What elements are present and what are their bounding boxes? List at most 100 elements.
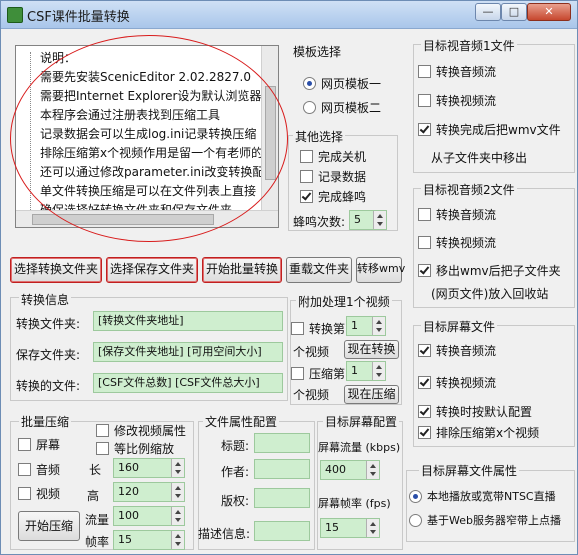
title-label: 标题: (221, 439, 250, 453)
stepper-arrows-icon[interactable] (171, 531, 184, 549)
target2-audio-checkbox[interactable]: 转换音频流 (418, 206, 496, 223)
target2-move-note: (网页文件)放入回收站 (431, 287, 549, 301)
flow-label: 流量 (85, 513, 110, 527)
start-batch-button[interactable]: 开始批量转换 (202, 257, 282, 283)
radio-icon (303, 77, 316, 90)
list-item: 说明： (40, 51, 77, 65)
screen-file-title: 目标屏幕文件 (421, 318, 498, 335)
start-compress-button[interactable]: 开始压缩 (18, 511, 80, 541)
converted-files-field[interactable]: [CSF文件总数] [CSF文件总大小] (93, 373, 283, 393)
vertical-scrollbar[interactable] (261, 46, 278, 212)
web-server-radio[interactable]: 基于Web服务器窄带上点播 (409, 512, 561, 528)
title-bar: CSF课件批量转换 — □ ✕ (1, 1, 577, 29)
compress-index-stepper[interactable]: 1 (346, 361, 386, 381)
flow-stepper[interactable]: 100 (113, 506, 185, 526)
description-field[interactable] (254, 521, 310, 541)
target2-video-checkbox[interactable]: 转换视频流 (418, 234, 496, 251)
target1-audio-checkbox[interactable]: 转换音频流 (418, 63, 496, 80)
instructions-list[interactable]: 说明： 需要先安装ScenicEditor 2.02.2827.0 需要把Int… (15, 45, 279, 228)
screen-default-checkbox[interactable]: 转换时按默认配置 (418, 403, 532, 420)
target1-video-checkbox[interactable]: 转换视频流 (418, 92, 496, 109)
stepper-arrows-icon[interactable] (171, 483, 184, 501)
target1-finish-note: 从子文件夹中移出 (431, 151, 528, 165)
record-checkbox[interactable]: 记录数据 (300, 168, 366, 185)
description-label: 描述信息: (198, 527, 251, 541)
main-window: CSF课件批量转换 — □ ✕ 说明： 需要先安装ScenicEditor 2.… (0, 0, 578, 555)
fps-label: 帧率 (85, 535, 110, 549)
beep-checkbox[interactable]: 完成蜂鸣 (300, 188, 366, 205)
screen-compress-checkbox[interactable]: 屏幕 (18, 436, 60, 453)
screen-video-checkbox[interactable]: 转换视频流 (418, 374, 496, 391)
window-title: CSF课件批量转换 (27, 10, 130, 25)
template-option-2[interactable]: 网页模板二 (303, 99, 381, 116)
file-props-title: 文件属性配置 (203, 413, 280, 430)
screen-flow-stepper[interactable]: 400 (320, 460, 380, 480)
app-icon (7, 7, 23, 23)
convert-unit-label: 个视频 (293, 345, 330, 359)
convert-wmv-button[interactable]: 转移wmv (356, 257, 405, 283)
title-field[interactable] (254, 433, 310, 453)
stepper-arrows-icon[interactable] (366, 519, 379, 537)
beep-count-stepper[interactable]: 5 (349, 210, 387, 230)
fps-stepper[interactable]: 15 (113, 530, 185, 550)
converted-files-label: 转换的文件: (16, 379, 81, 393)
stepper-arrows-icon[interactable] (373, 211, 386, 229)
ratio-scale-checkbox[interactable]: 等比例缩放 (96, 440, 174, 457)
template-option-1[interactable]: 网页模板一 (303, 75, 381, 92)
stepper-arrows-icon[interactable] (171, 459, 184, 477)
screen-config-title: 目标屏幕配置 (323, 413, 400, 430)
convert-folder-field[interactable]: [转换文件夹地址] (93, 311, 283, 331)
maximize-button[interactable]: □ (501, 3, 527, 21)
compress-nth-checkbox[interactable]: 压缩第 (291, 365, 345, 382)
screen-fps-label: 屏幕帧率 (fps) (318, 497, 391, 510)
author-field[interactable] (254, 459, 310, 479)
list-item: 记录数据会可以生成log.ini记录转换压缩 (40, 127, 257, 141)
reload-folder-button[interactable]: 重载文件夹 (286, 257, 352, 283)
copyright-label: 版权: (221, 494, 250, 508)
other-options-title: 其他选择 (293, 128, 346, 145)
length-stepper[interactable]: 160 (113, 458, 185, 478)
scroll-thumb[interactable] (265, 86, 276, 180)
save-folder-field[interactable]: [保存文件夹地址] [可用空间大小] (93, 342, 283, 362)
target2-title: 目标视音频2文件 (421, 181, 517, 198)
shutdown-checkbox[interactable]: 完成关机 (300, 148, 366, 165)
modify-video-checkbox[interactable]: 修改视频属性 (96, 422, 186, 439)
copyright-field[interactable] (254, 488, 310, 508)
close-button[interactable]: ✕ (527, 3, 571, 21)
scroll-thumb[interactable] (32, 214, 214, 225)
audio-compress-checkbox[interactable]: 音频 (18, 461, 60, 478)
height-stepper[interactable]: 120 (113, 482, 185, 502)
list-item: 需要把Internet Explorer设为默认浏览器 (40, 89, 262, 103)
radio-icon (409, 489, 422, 503)
screen-exclude-checkbox[interactable]: 排除压缩第x个视频 (418, 424, 539, 441)
list-item: 本程序会通过注册表找到压缩工具 (40, 108, 221, 122)
tree-line (30, 52, 32, 218)
convert-nth-checkbox[interactable]: 转换第 (291, 320, 345, 337)
screen-flow-label: 屏幕流量 (kbps) (318, 441, 401, 454)
horizontal-scrollbar[interactable] (16, 210, 278, 227)
local-play-radio[interactable]: 本地播放或宽带NTSC直播 (409, 488, 556, 504)
target2-move-checkbox[interactable]: 移出wmv后把子文件夹 (418, 262, 561, 279)
minimize-button[interactable]: — (475, 3, 501, 21)
screen-fps-stepper[interactable]: 15 (320, 518, 380, 538)
radio-icon (409, 513, 422, 527)
screen-audio-checkbox[interactable]: 转换音频流 (418, 342, 496, 359)
batch-compress-title: 批量压缩 (19, 413, 72, 430)
beep-count-label: 蜂鸣次数: (293, 215, 346, 229)
list-item: 排除压缩第x个视频作用是留一个有老师的 (40, 146, 264, 160)
stepper-arrows-icon[interactable] (171, 507, 184, 525)
convert-now-button[interactable]: 现在转换 (344, 340, 399, 359)
radio-icon (303, 101, 316, 114)
select-save-folder-button[interactable]: 选择保存文件夹 (106, 257, 198, 283)
length-label: 长 (89, 463, 102, 477)
stepper-arrows-icon[interactable] (372, 362, 385, 380)
video-compress-checkbox[interactable]: 视频 (18, 485, 60, 502)
target1-finish-checkbox[interactable]: 转换完成后把wmv文件 (418, 121, 561, 138)
convert-index-stepper[interactable]: 1 (346, 316, 386, 336)
compress-now-button[interactable]: 现在压缩 (344, 385, 399, 404)
stepper-arrows-icon[interactable] (366, 461, 379, 479)
select-convert-folder-button[interactable]: 选择转换文件夹 (10, 257, 102, 283)
stepper-arrows-icon[interactable] (372, 317, 385, 335)
compress-unit-label: 个视频 (293, 388, 330, 402)
target1-title: 目标视音频1文件 (421, 37, 517, 54)
